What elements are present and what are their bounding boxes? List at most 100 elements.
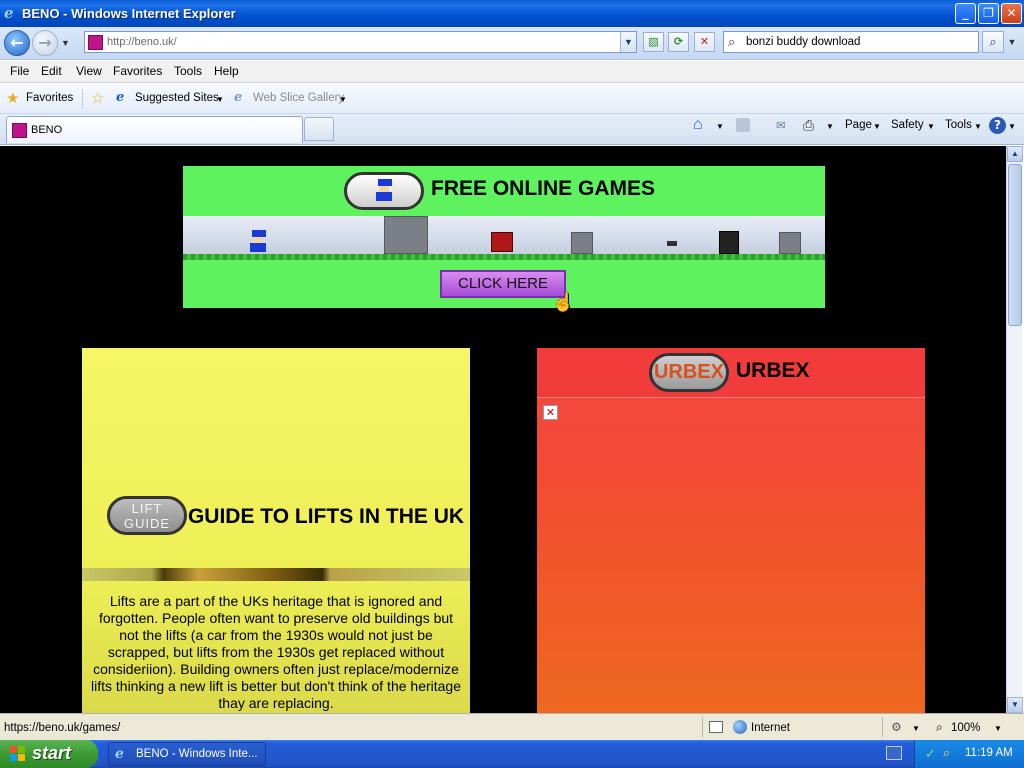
menu-edit[interactable]: Edit <box>41 64 62 78</box>
taskbar-ie-window-button[interactable]: e BENO - Windows Inte... <box>108 742 266 766</box>
favorites-button[interactable]: Favorites <box>26 92 73 104</box>
web-slice-gallery-link[interactable]: Web Slice Gallery <box>253 92 344 104</box>
game-block <box>571 232 593 254</box>
urbex-card[interactable]: URBEX URBEX ✕ <box>537 348 925 713</box>
forward-button[interactable]: → <box>32 30 58 56</box>
suggested-sites-link[interactable]: Suggested Sites <box>135 92 219 104</box>
suggested-sites-dropdown-icon[interactable]: ▼ <box>216 95 224 104</box>
menu-tools[interactable]: Tools <box>174 64 202 78</box>
title-bar: e BENO - Windows Internet Explorer _ ❐ ✕ <box>0 0 1024 27</box>
scroll-thumb[interactable] <box>1008 164 1022 326</box>
status-divider <box>882 717 883 737</box>
help-dropdown-icon[interactable]: ▼ <box>1008 122 1016 131</box>
menu-favorites[interactable]: Favorites <box>113 64 162 78</box>
keyboard-tray-icon[interactable] <box>886 746 902 760</box>
home-icon[interactable]: ⌂ <box>693 116 703 134</box>
blocked-content-icon[interactable] <box>709 721 723 733</box>
zoom-level[interactable]: 100% <box>951 722 980 734</box>
search-input[interactable]: ⌕ bonzi buddy download <box>723 31 979 53</box>
favorites-bar: ★ Favorites ☆ e Suggested Sites ▼ e Web … <box>0 83 1024 114</box>
menu-help[interactable]: Help <box>214 64 239 78</box>
search-button[interactable]: ⌕ <box>982 31 1004 53</box>
tab-beno[interactable]: BENO <box>6 116 303 143</box>
scroll-up-button[interactable]: ▲ <box>1007 146 1023 162</box>
compatibility-view-button[interactable]: ▧ <box>643 32 664 52</box>
games-heading: FREE ONLINE GAMES <box>431 177 656 200</box>
stop-button[interactable]: ✕ <box>694 32 715 52</box>
network-tray-icon[interactable]: ✓ <box>925 746 936 762</box>
lift-guide-badge: LIFT GUIDE <box>107 496 187 535</box>
protected-mode-icon[interactable]: ⚙ <box>891 720 902 734</box>
safety-menu[interactable]: Safety <box>891 119 924 131</box>
urbex-heading: URBEX <box>736 359 810 382</box>
taskbar-clock: 11:19 AM <box>965 747 1013 759</box>
print-dropdown-icon[interactable]: ▼ <box>826 122 834 131</box>
help-icon[interactable]: ? <box>989 117 1006 134</box>
recent-pages-dropdown[interactable]: ▼ <box>61 38 71 48</box>
search-icon: ⌕ <box>728 34 736 49</box>
system-tray: ✓ ⌕ 11:19 AM <box>914 740 1024 768</box>
add-favorites-icon[interactable]: ☆ <box>91 89 104 107</box>
zoom-icon: ⌕ <box>936 720 943 734</box>
internet-zone-icon <box>733 720 747 734</box>
games-banner[interactable]: FREE ONLINE GAMES CLICK HERE ☝ <box>183 166 825 312</box>
refresh-button[interactable]: ⟳ <box>668 32 689 52</box>
games-logo-badge <box>344 172 424 210</box>
game-bullet <box>667 241 677 246</box>
tools-menu[interactable]: Tools <box>945 119 972 131</box>
start-button[interactable]: start <box>0 740 98 768</box>
favorites-divider <box>82 89 83 109</box>
hand-cursor-icon: ☝ <box>552 292 575 312</box>
start-label: start <box>32 743 72 763</box>
zoom-dropdown-icon[interactable]: ▼ <box>994 724 1002 733</box>
new-tab-button[interactable] <box>304 117 334 141</box>
address-dropdown-button[interactable]: ▼ <box>620 32 636 52</box>
protected-mode-dropdown-icon[interactable]: ▼ <box>912 724 920 733</box>
status-bar: https://beno.uk/games/ Internet ⚙ ▼ ⌕ 10… <box>0 713 1024 740</box>
tab-label: BENO <box>31 124 63 136</box>
game-enemy-icon <box>491 232 513 252</box>
ie-taskbar-icon: e <box>115 746 124 762</box>
page-dropdown-icon: ▼ <box>873 122 881 131</box>
address-input[interactable]: http://beno.uk/ ▼ <box>84 31 637 53</box>
safety-dropdown-icon: ▼ <box>927 122 935 131</box>
urbex-badge: URBEX <box>649 353 729 392</box>
game-block <box>779 232 801 254</box>
feeds-icon[interactable] <box>736 118 750 132</box>
click-here-button[interactable]: CLICK HERE <box>440 270 566 298</box>
home-dropdown-icon[interactable]: ▼ <box>716 122 724 131</box>
game-turret-icon <box>719 231 739 254</box>
lift-guide-card[interactable]: LIFT GUIDE GUIDE TO LIFTS IN THE UK Lift… <box>82 348 470 713</box>
vertical-scrollbar[interactable]: ▲ ▼ <box>1006 146 1023 713</box>
search-tray-icon[interactable]: ⌕ <box>943 745 950 761</box>
close-button[interactable]: ✕ <box>1001 3 1022 24</box>
suggested-sites-icon: e <box>116 90 125 105</box>
print-icon[interactable]: ⎙ <box>803 117 814 134</box>
zone-label: Internet <box>751 722 790 734</box>
lift-guide-body: Lifts are a part of the UKs heritage tha… <box>91 593 461 711</box>
taskbar-window-label: BENO - Windows Inte... <box>136 748 258 760</box>
menu-file[interactable]: File <box>10 64 29 78</box>
menu-view[interactable]: View <box>76 64 102 78</box>
web-slice-dropdown-icon[interactable]: ▼ <box>339 95 347 104</box>
minimize-button[interactable]: _ <box>955 3 976 24</box>
scroll-down-button[interactable]: ▼ <box>1007 697 1023 713</box>
ie-logo-icon: e <box>4 4 14 22</box>
favorites-star-icon: ★ <box>6 90 20 107</box>
page-menu[interactable]: Page <box>845 119 872 131</box>
maximize-button[interactable]: ❐ <box>978 3 999 24</box>
lift-photo-strip <box>82 568 470 581</box>
window-title: BENO - Windows Internet Explorer <box>22 6 236 21</box>
game-grass <box>183 254 825 260</box>
search-options-dropdown[interactable]: ▼ <box>1005 31 1019 53</box>
site-favicon-icon <box>88 35 103 50</box>
windows-flag-icon <box>10 746 26 762</box>
back-button[interactable]: ← <box>4 30 30 56</box>
read-mail-icon[interactable]: ✉ <box>776 118 786 132</box>
menu-bar: File Edit View Favorites Tools Help <box>0 61 1024 83</box>
lift-guide-heading: GUIDE TO LIFTS IN THE UK <box>187 505 465 528</box>
tab-favicon-icon <box>12 123 27 138</box>
web-slice-icon: e <box>234 90 243 105</box>
address-url: http://beno.uk/ <box>107 36 177 48</box>
search-value: bonzi buddy download <box>746 36 861 48</box>
